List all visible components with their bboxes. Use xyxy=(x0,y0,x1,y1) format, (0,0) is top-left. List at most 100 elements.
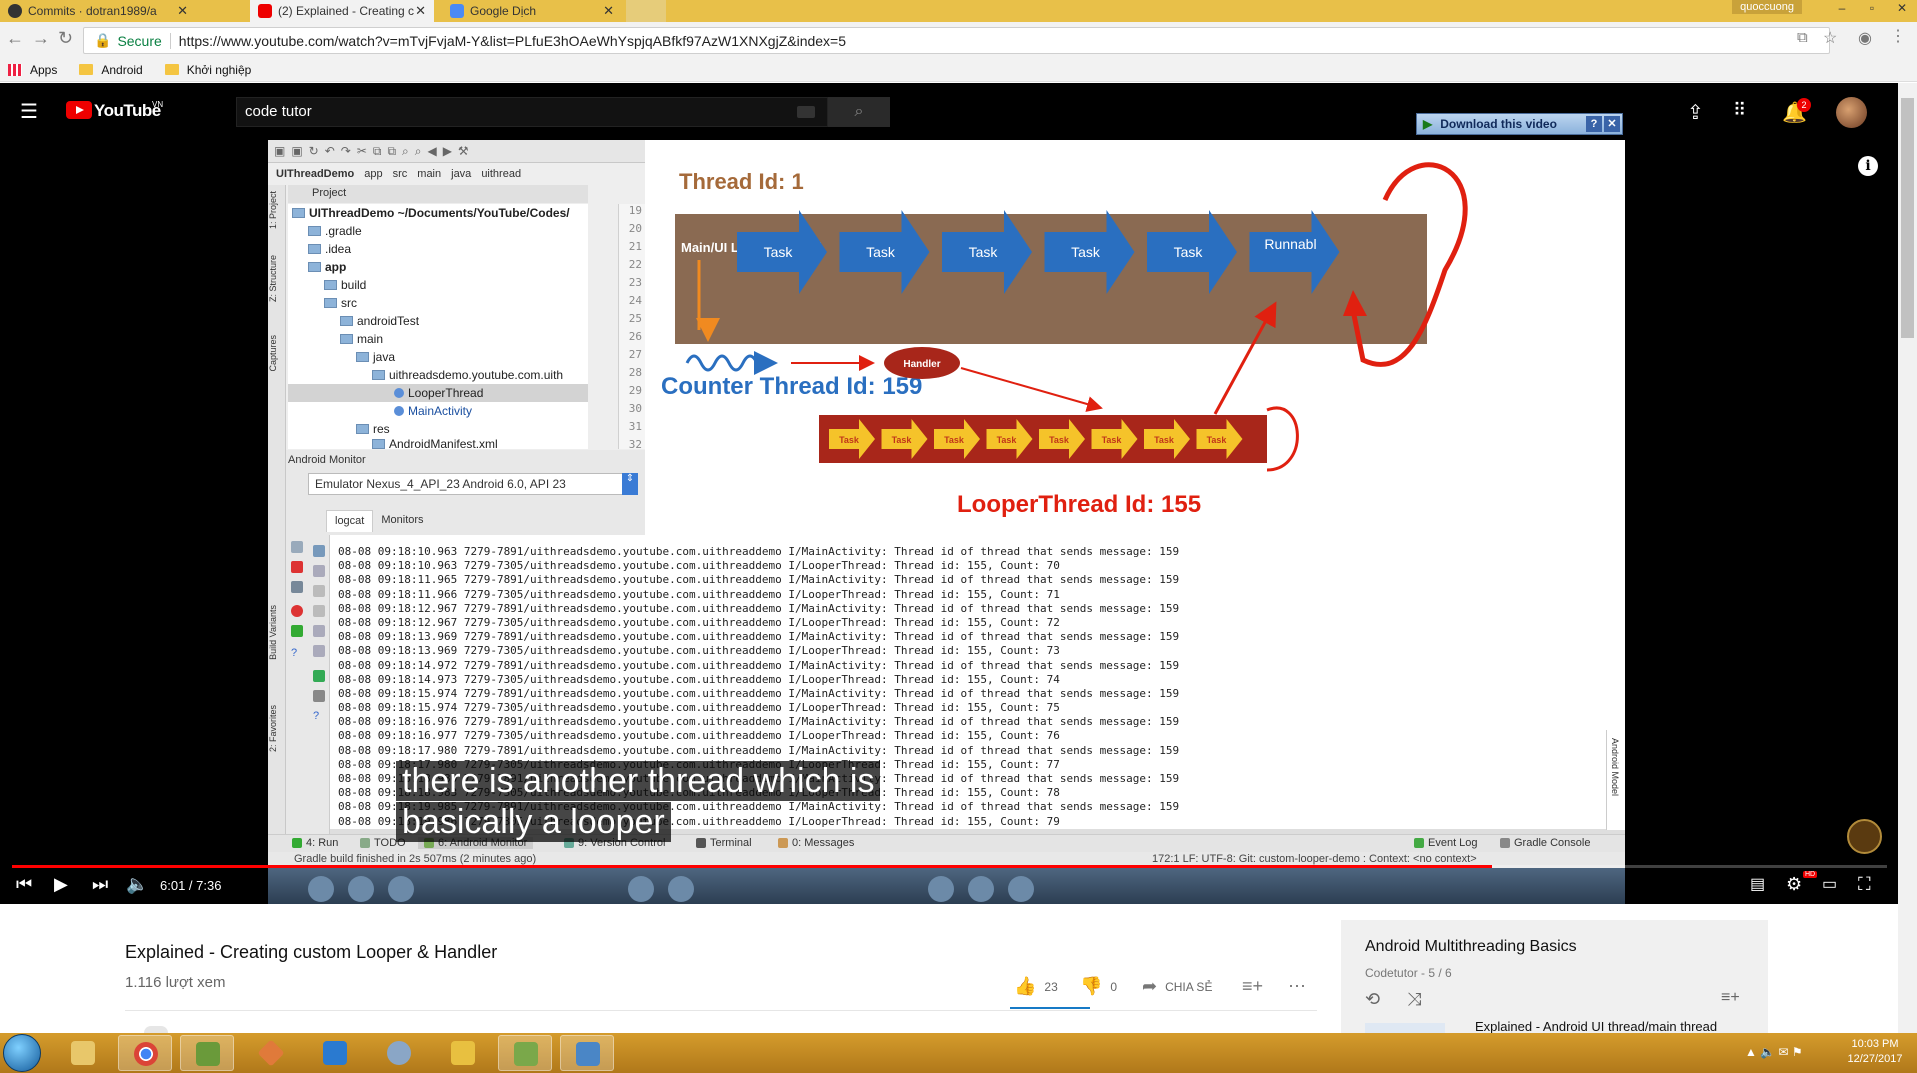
download-label[interactable]: Download this video xyxy=(1432,117,1586,131)
tree-item-selected[interactable]: LooperThread xyxy=(288,384,588,402)
tab-commits[interactable]: Commits · dotran1989/a ✕ xyxy=(0,0,196,22)
play-icon[interactable]: ▶ xyxy=(54,874,68,895)
tab-youtube[interactable]: (2) Explained - Creating c ✕ xyxy=(250,0,434,22)
crumb[interactable]: UIThreadDemo xyxy=(276,168,354,180)
project-view-header[interactable]: Project xyxy=(288,185,588,203)
save-playlist-icon[interactable]: ≡+ xyxy=(1721,989,1740,1007)
tab-google-translate[interactable]: Google Dịch ✕ xyxy=(442,0,622,22)
screenshot-icon[interactable] xyxy=(291,581,303,593)
start-button[interactable] xyxy=(3,1034,41,1072)
stop-icon[interactable] xyxy=(291,605,303,617)
crumb[interactable]: src xyxy=(393,168,408,180)
playlist-title[interactable]: Android Multithreading Basics xyxy=(1365,938,1577,956)
up-icon[interactable] xyxy=(313,585,325,597)
tree-item[interactable]: .gradle xyxy=(308,222,362,240)
profile-name[interactable]: quoccuong xyxy=(1732,0,1802,14)
crumb[interactable]: app xyxy=(364,168,382,180)
bookmark-android[interactable]: Android xyxy=(79,63,143,77)
loop-icon[interactable]: ⟲ xyxy=(1365,989,1380,1010)
more-actions-button[interactable]: ⋯ xyxy=(1288,976,1314,997)
fullscreen-icon[interactable]: ⛶ xyxy=(1858,874,1871,895)
shuffle-icon[interactable]: ⤨ xyxy=(1407,989,1421,1010)
menu-dots-icon[interactable]: ⋮ xyxy=(1890,26,1906,46)
playlist-item-title[interactable]: Explained - Android UI thread/main threa… xyxy=(1475,1019,1717,1034)
address-bar[interactable]: 🔒 Secure https://www.youtube.com/watch?v… xyxy=(83,27,1830,54)
side-tab-project[interactable]: 1: Project xyxy=(268,191,286,229)
taskbar-app[interactable] xyxy=(180,1035,234,1071)
close-icon[interactable]: ✕ xyxy=(177,3,188,19)
restart-icon[interactable] xyxy=(313,670,325,682)
back-icon[interactable]: ← xyxy=(6,28,24,49)
keyboard-icon[interactable] xyxy=(797,106,815,118)
info-icon[interactable]: i xyxy=(1858,156,1878,176)
side-tab-favorites[interactable]: 2: Favorites xyxy=(268,705,286,752)
tree-item[interactable]: .idea xyxy=(308,240,351,258)
wrap-icon[interactable] xyxy=(313,625,325,637)
tab-logcat[interactable]: logcat xyxy=(326,510,374,532)
tree-item[interactable]: uithreadsdemo.youtube.com.uith xyxy=(372,366,563,384)
tree-item[interactable]: java xyxy=(356,348,395,366)
close-icon[interactable]: ✕ xyxy=(1604,116,1620,132)
share-button[interactable]: ➦ CHIA SẺ xyxy=(1142,976,1212,997)
trash-icon[interactable] xyxy=(313,545,325,557)
print-icon[interactable] xyxy=(313,645,325,657)
apps-grid-icon[interactable]: ⠿ xyxy=(1733,100,1746,121)
down-icon[interactable] xyxy=(313,605,325,617)
tree-item[interactable]: UIThreadDemo ~/Documents/YouTube/Codes/ xyxy=(292,204,570,222)
theater-mode-icon[interactable]: ▭ xyxy=(1822,874,1837,894)
translate-page-icon[interactable]: ⧉ xyxy=(1797,29,1808,46)
subtitles-icon[interactable]: ▤ xyxy=(1750,874,1765,894)
tree-item[interactable]: androidTest xyxy=(340,312,419,330)
next-icon[interactable]: ⏭ xyxy=(92,874,108,895)
reload-icon[interactable]: ↻ xyxy=(58,28,73,49)
taskbar-app[interactable] xyxy=(372,1035,426,1071)
tree-item[interactable]: build xyxy=(324,276,366,294)
taskbar-app[interactable] xyxy=(244,1035,298,1071)
download-video-bar[interactable]: ▶ Download this video ? ✕ xyxy=(1416,113,1623,135)
tree-item[interactable]: main xyxy=(340,330,383,348)
device-select[interactable]: Emulator Nexus_4_API_23 Android 6.0, API… xyxy=(308,473,638,495)
taskbar-vscode[interactable] xyxy=(308,1035,362,1071)
help-icon[interactable]: ? xyxy=(291,647,303,659)
previous-icon[interactable]: ⏮ xyxy=(16,874,32,895)
tree-item[interactable]: app xyxy=(308,258,346,276)
scroll-end-icon[interactable] xyxy=(313,565,325,577)
extension-icon[interactable]: ◉ xyxy=(1858,28,1872,48)
bookmark-apps[interactable]: Apps xyxy=(8,63,57,77)
scrollbar-thumb[interactable] xyxy=(1901,98,1914,338)
camera-icon[interactable] xyxy=(291,541,303,553)
settings-gear-icon[interactable]: ⚙ xyxy=(1786,874,1802,895)
search-input[interactable]: code tutor xyxy=(236,97,828,127)
record-icon[interactable] xyxy=(291,561,303,573)
crumb[interactable]: main xyxy=(417,168,441,180)
tool-tab-run[interactable]: 4: Run xyxy=(292,837,338,849)
minimize-icon[interactable]: – xyxy=(1827,0,1857,18)
forward-icon[interactable]: → xyxy=(32,28,50,49)
bookmark-khoi-nghiep[interactable]: Khởi nghiệp xyxy=(164,63,251,77)
search-button[interactable]: ⌕ xyxy=(828,97,890,127)
help-icon[interactable]: ? xyxy=(313,710,325,722)
volume-icon[interactable]: 🔈 xyxy=(126,874,148,895)
upload-icon[interactable]: ⇪ xyxy=(1687,100,1704,125)
taskbar-app[interactable] xyxy=(436,1035,490,1071)
like-button[interactable]: 👍 23 xyxy=(1014,976,1058,997)
dislike-button[interactable]: 👎 0 xyxy=(1080,976,1117,997)
gc-icon[interactable] xyxy=(291,625,303,637)
help-icon[interactable]: ? xyxy=(1586,116,1602,132)
url-text[interactable]: https://www.youtube.com/watch?v=mTvjFvja… xyxy=(179,33,846,49)
close-icon[interactable]: ✕ xyxy=(603,3,614,19)
avatar[interactable] xyxy=(1836,97,1867,128)
taskbar-android-studio[interactable] xyxy=(498,1035,552,1071)
tree-item[interactable]: MainActivity xyxy=(394,402,472,420)
tool-tab-gradle-console[interactable]: Gradle Console xyxy=(1500,837,1590,849)
side-tab-captures[interactable]: Captures xyxy=(268,335,286,372)
taskbar-clock[interactable]: 10:03 PM 12/27/2017 xyxy=(1840,1037,1910,1067)
tool-tab-event-log[interactable]: Event Log xyxy=(1414,837,1478,849)
youtube-logo-icon[interactable] xyxy=(66,101,92,119)
tree-item[interactable]: res xyxy=(356,420,390,438)
new-tab-button[interactable] xyxy=(626,0,666,22)
close-icon[interactable]: ✕ xyxy=(415,3,426,19)
bookmark-star-icon[interactable]: ☆ xyxy=(1823,28,1837,48)
project-tree[interactable]: UIThreadDemo ~/Documents/YouTube/Codes/ … xyxy=(288,204,588,449)
tree-item[interactable]: AndroidManifest.xml xyxy=(372,438,498,449)
